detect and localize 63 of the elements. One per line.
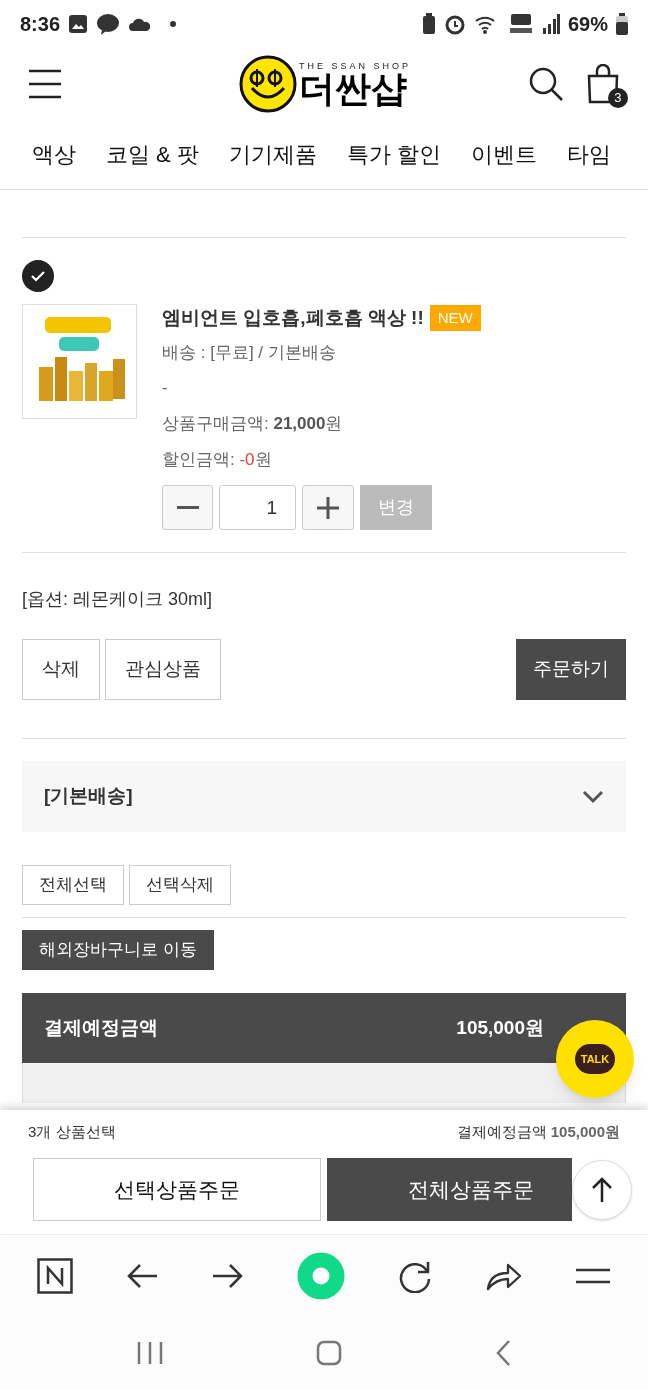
product-title[interactable]: 엠비언트 입호흡,폐호흡 액상 !!	[162, 303, 424, 333]
back-arrow-icon[interactable]	[126, 1263, 159, 1289]
list-action-button[interactable]: 선택삭제	[129, 865, 231, 905]
logo-text: 더싼샵	[299, 70, 407, 107]
total-amount: 105,000원	[550, 1121, 620, 1142]
dot-icon	[170, 21, 177, 27]
image-icon	[68, 14, 89, 34]
item-action-button[interactable]: 관심상품	[105, 639, 221, 700]
chat-label: TALK	[580, 1051, 610, 1067]
new-badge: NEW	[429, 304, 481, 332]
recent-apps-icon[interactable]	[136, 1341, 163, 1365]
order-button[interactable]: 선택상품주문	[33, 1158, 321, 1221]
checkbox[interactable]	[22, 260, 54, 292]
refresh-icon[interactable]	[398, 1259, 433, 1293]
selected-count: 3개 상품선택	[28, 1121, 116, 1142]
order-button[interactable]: 주문하기	[516, 639, 626, 700]
arrow-up-icon	[592, 1177, 612, 1203]
cloud-icon	[128, 16, 153, 32]
home-icon[interactable]	[316, 1340, 342, 1366]
minus-button[interactable]	[162, 485, 213, 530]
menu-icon[interactable]	[28, 69, 62, 99]
alarm-icon	[443, 13, 466, 35]
category-tab[interactable]: 코일 & 팟	[106, 138, 199, 171]
clock-time: 8:36	[20, 12, 61, 37]
search-icon[interactable]	[528, 66, 564, 102]
plus-button[interactable]	[302, 485, 354, 530]
share-icon[interactable]	[485, 1261, 522, 1291]
list-action-button[interactable]: 전체선택	[22, 865, 124, 905]
option-dash: -	[162, 377, 169, 399]
summary-amount: 105,000원	[456, 1015, 544, 1040]
category-tab[interactable]: 특가 할인	[346, 138, 442, 171]
minus-icon	[176, 505, 199, 510]
category-tab[interactable]: 기기제품	[228, 138, 317, 171]
overseas-cart-button[interactable]: 해외장바구니로 이동	[22, 930, 214, 970]
logo-tagline: THE SSAN SHOP	[299, 61, 411, 71]
option-text: [옵션: 레몬케이크 30ml]	[22, 588, 214, 611]
menu-icon[interactable]	[575, 1267, 612, 1285]
plus-icon	[317, 496, 339, 519]
shipping-info: 배송 : [무료] / 기본배송	[162, 342, 337, 364]
item-action-button[interactable]: 삭제	[22, 639, 100, 700]
forward-arrow-icon[interactable]	[211, 1263, 244, 1289]
chat-bubble-icon	[96, 13, 121, 35]
category-tab[interactable]: 이벤트	[471, 138, 538, 171]
smiley-icon	[239, 55, 297, 113]
check-icon	[30, 270, 46, 282]
category-tab[interactable]: 액상	[32, 138, 76, 171]
cart-count-badge: 3	[608, 88, 628, 108]
back-icon[interactable]	[495, 1339, 512, 1367]
n-logo-icon[interactable]	[36, 1258, 73, 1294]
battery-percentage: 69%	[567, 12, 608, 37]
discount-amount: 할인금액: -0원	[162, 449, 273, 471]
signal-icon	[541, 14, 560, 34]
quantity-field[interactable]: 1	[219, 485, 296, 530]
shipping-group-title: [기본배송]	[44, 784, 133, 809]
logo[interactable]: THE SSAN SHOP 더싼샵	[239, 55, 411, 113]
order-button[interactable]: 전체상품주문	[327, 1158, 572, 1221]
shipping-group-header[interactable]: [기본배송]	[22, 761, 626, 832]
summary-title: 결제예정금액	[44, 1015, 158, 1040]
shopping-bag-icon[interactable]	[586, 64, 620, 104]
purchase-price: 상품구매금액: 21,000원	[162, 413, 344, 435]
total-label: 결제예정금액	[456, 1121, 547, 1142]
battery-icon	[616, 13, 628, 35]
category-tab[interactable]: 타임	[567, 138, 612, 171]
